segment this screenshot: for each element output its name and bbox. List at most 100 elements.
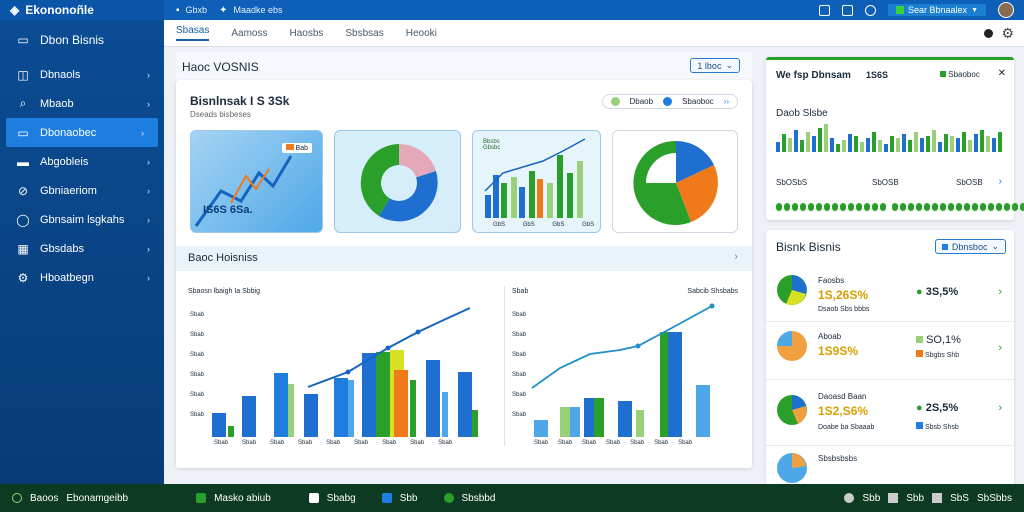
tab-5[interactable]: Heooki	[406, 28, 437, 39]
close-icon[interactable]: ✕	[998, 68, 1006, 79]
bottom-item-3[interactable]: Sbb	[400, 493, 418, 504]
spark-bar	[926, 136, 930, 152]
bottom-item-4[interactable]: Sbsbbd	[462, 493, 496, 504]
list-item[interactable]: Faosbs 1S,26S% Dsaob Sbs bbbs ● 3S,5% ›	[766, 264, 1014, 322]
spark-bar	[908, 140, 912, 152]
progress-dot	[800, 203, 806, 211]
chevron-right-icon[interactable]: ›	[998, 342, 1002, 354]
doc-icon: ▭	[17, 33, 29, 47]
sub-nav: Sbasas Aamoss Haosbs Sbsbsas Heooki ⚙	[164, 20, 1024, 47]
sidebar-item-2[interactable]: ⌕ Mbaob ›	[0, 89, 164, 118]
progress-dot	[880, 203, 886, 211]
bottom-right-1[interactable]: Sbb	[862, 493, 880, 504]
record-icon[interactable]	[984, 28, 994, 38]
summary-value-1: SbOSbS	[776, 178, 808, 187]
item-value: 1S9S%	[818, 344, 859, 358]
chevron-right-icon[interactable]: ›	[998, 286, 1002, 298]
progress-dot	[792, 203, 798, 211]
spark-bar	[938, 142, 942, 152]
spark-bar	[920, 138, 924, 152]
chevron-right-icon[interactable]: ›	[998, 402, 1002, 414]
chevron-right-icon: ›	[147, 98, 150, 109]
left-x-axis: Sbab Sbab Sbab Sbab Sbab Sbab Sbab Sbab Sbab	[214, 440, 453, 446]
spark-bar	[806, 132, 810, 152]
account-button[interactable]: Sear Bbnaalex ▼	[888, 4, 986, 16]
bottom-item-2[interactable]: Sbabg	[327, 493, 356, 504]
sidebar-item-8[interactable]: ⚙ Hboatbegn ›	[0, 263, 164, 292]
list-card: Bisnk Bisnis Dbnsboc ⌄ Faosbs 1S,26S% Ds…	[766, 230, 1014, 484]
item-name: Faosbs	[818, 276, 845, 285]
donut-chart	[360, 144, 438, 222]
message-icon[interactable]	[842, 4, 854, 16]
list-button[interactable]: Dbnsboc ⌄	[934, 239, 1006, 254]
sidebar-item-7[interactable]: ▦ Gbsdabs ›	[0, 234, 164, 263]
topbar-item-2[interactable]: Maadke ebs	[233, 5, 282, 15]
tile-trend[interactable]: Bab IS6S 6Sa.	[190, 130, 323, 233]
summary-tag[interactable]: Sbaoboc	[940, 70, 980, 79]
bottom-right-3[interactable]: SbS	[950, 493, 969, 504]
progress-dot	[924, 203, 930, 211]
chat-icon[interactable]	[178, 493, 188, 503]
clock-icon[interactable]	[865, 4, 877, 16]
tab-4[interactable]: Sbsbsas	[345, 28, 383, 39]
spark-bar	[902, 134, 906, 152]
chevron-right-icon[interactable]: ›	[999, 176, 1002, 187]
progress-dot	[948, 203, 954, 211]
bottom-right-2[interactable]: Sbb	[906, 493, 924, 504]
sidebar-item-label: Gbsdabs	[40, 242, 85, 255]
bottom-left-2: Ebonamgeibb	[66, 492, 129, 504]
left-y-axis: Sbab Sbab Sbab Sbab Sbab Sbab	[190, 312, 205, 418]
sidebar-header[interactable]: ▭ Dbon Bisnis	[0, 20, 164, 60]
progress-dot	[808, 203, 814, 211]
tab-2[interactable]: Aamoss	[231, 28, 267, 39]
progress-dot	[872, 203, 878, 211]
sidebar-item-5[interactable]: ⊘ Gbniaeriom ›	[0, 176, 164, 205]
progress-dot	[972, 203, 978, 211]
globe-icon	[443, 493, 454, 503]
tab-3[interactable]: Haosbs	[289, 28, 323, 39]
period-select[interactable]: 1 lboc ⌄	[690, 58, 740, 73]
summary-sub: Daob Slsbe	[776, 108, 828, 119]
sidebar-item-3[interactable]: ▭ Dbonaobec ›	[6, 118, 158, 147]
bottom-right-4[interactable]: SbSbbs	[977, 493, 1012, 504]
app-logo[interactable]: ◈ Ekononoñle	[0, 0, 164, 20]
spark-bar	[842, 140, 846, 152]
list-item[interactable]: Daoasd Baan 1S2,S6% Doabe ba Sbaaab ● 2S…	[766, 380, 1014, 446]
legend-label-2: Sbaoboc	[682, 97, 714, 106]
sidebar-item-4[interactable]: ▬ Abgobleis ›	[0, 147, 164, 176]
tab-1[interactable]: Sbasas	[176, 25, 210, 41]
expand-icon[interactable]: ››	[724, 97, 729, 106]
item-change: SO,1%	[916, 334, 961, 346]
list-button-label: Dbnsboc	[951, 241, 988, 252]
settings-icon[interactable]: ⚙	[1001, 25, 1014, 42]
sidebar-item-label: Dbonaobec	[40, 126, 97, 139]
progress-dot	[864, 203, 870, 211]
spark-bar	[866, 138, 870, 152]
tile-donut[interactable]	[334, 130, 461, 233]
sidebar-item-label: Hboatbegn	[40, 271, 94, 284]
tools-icon[interactable]: ✦	[219, 5, 227, 16]
tile-bars[interactable]: Bbsbs Gbsbc GbS GbS GbS GbS	[472, 130, 601, 233]
tile-pie[interactable]	[612, 130, 738, 233]
spark-bar	[962, 132, 966, 152]
list-item[interactable]: Sbsbsbsbs	[766, 446, 1014, 484]
spark-bar	[854, 136, 858, 152]
progress-dot	[996, 203, 1002, 211]
item-pie-icon	[777, 331, 807, 361]
bottom-item-1[interactable]: Masko abiub	[214, 493, 271, 504]
spark-bar	[812, 136, 816, 152]
doc-icon	[308, 493, 319, 503]
overview-title: Haoc VOSNIS	[182, 60, 259, 74]
list-item[interactable]: Aboab 1S9S% SO,1% Sbgbs Shb ›	[766, 322, 1014, 380]
avatar[interactable]	[998, 2, 1014, 18]
sidebar-item-1[interactable]: ◫ Dbnaols ›	[0, 60, 164, 89]
notification-icon[interactable]	[819, 4, 831, 16]
topbar-item-1[interactable]: Gbxb	[186, 5, 208, 15]
home-icon[interactable]: ▪	[176, 5, 180, 16]
progress-dot	[932, 203, 938, 211]
progress-dot	[940, 203, 946, 211]
sidebar-item-6[interactable]: ◯ Gbnsaim lsgkahs ›	[0, 205, 164, 234]
spark-bar	[884, 144, 888, 152]
progress-dot	[956, 203, 962, 211]
chevron-right-icon[interactable]: ›	[734, 251, 738, 263]
